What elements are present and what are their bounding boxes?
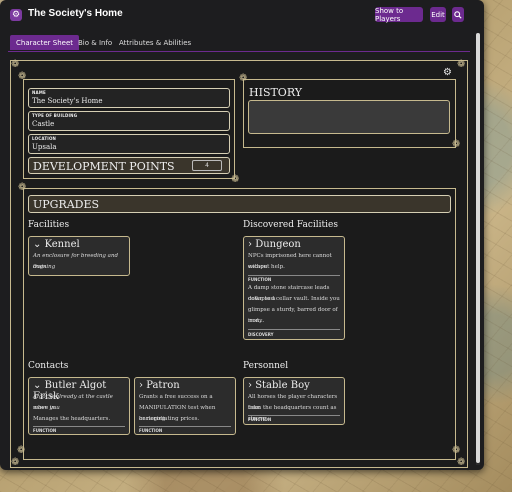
- divider: [139, 426, 231, 427]
- location-value: Upsala: [32, 143, 57, 151]
- search-button[interactable]: [452, 7, 464, 22]
- divider: [248, 275, 340, 276]
- settings-gear-icon[interactable]: ⚙: [443, 67, 452, 78]
- chevron-down-icon: ⌄: [33, 380, 45, 391]
- show-to-players-button[interactable]: Show to Players: [375, 7, 423, 23]
- patron-desc-line: Grants a free success on a: [139, 394, 213, 400]
- search-icon: [454, 10, 462, 19]
- divider: [248, 415, 340, 416]
- discovered-facilities-heading: Discovered Facilities: [243, 220, 338, 230]
- patron-title: › Patron: [139, 380, 180, 391]
- corner-ornament: ❁: [11, 457, 20, 468]
- function-tag: FUNCTION: [248, 417, 272, 422]
- app-icon: ⚙: [10, 9, 22, 21]
- patron-desc-line: or negotiating prices.: [139, 416, 200, 422]
- window-title: The Society's Home: [28, 8, 123, 19]
- contact-card-butler[interactable]: ⌄ Butler Algot Frisk Algot is already at…: [28, 377, 130, 435]
- sheet-window: ⚙ The Society's Home Show to Players Edi…: [0, 0, 484, 470]
- history-title: HISTORY: [249, 86, 303, 99]
- chevron-down-icon: ⌄: [33, 239, 45, 250]
- history-textarea[interactable]: [248, 100, 450, 134]
- upgrades-header: UPGRADES: [28, 195, 451, 213]
- butler-function-line: Manages the headquarters.: [33, 416, 111, 422]
- dungeon-discovery-line: iron...: [248, 318, 265, 324]
- name-value: The Society's Home: [32, 97, 103, 105]
- building-type-value: Castle: [32, 120, 55, 128]
- facilities-heading: Facilities: [28, 220, 70, 230]
- function-tag: FUNCTION: [139, 428, 163, 433]
- function-tag: FUNCTION: [248, 277, 272, 282]
- upgrades-title: UPGRADES: [33, 198, 100, 211]
- function-tag: FUNCTION: [33, 428, 57, 433]
- contact-card-patron[interactable]: › Patron Grants a free success on a MANI…: [134, 377, 236, 435]
- edit-button[interactable]: Edit: [430, 7, 446, 22]
- name-field[interactable]: NAME The Society's Home: [28, 88, 230, 108]
- dungeon-discovery-line: collapsed cellar vault. Inside you: [248, 296, 340, 302]
- kennel-title: ⌄ Kennel: [33, 239, 80, 250]
- tab-bio-info[interactable]: Bio & Info: [72, 35, 118, 50]
- divider: [33, 426, 125, 427]
- location-label: LOCATION: [32, 136, 57, 141]
- name-label: NAME: [32, 90, 46, 95]
- corner-ornament: ❁: [11, 59, 20, 70]
- personnel-heading: Personnel: [243, 361, 289, 371]
- building-type-field[interactable]: TYPE OF BUILDING Castle: [28, 111, 230, 131]
- tab-character-sheet[interactable]: Character Sheet: [10, 35, 80, 50]
- divider: [248, 329, 340, 330]
- development-points: DEVELOPMENT POINTS 4: [28, 157, 230, 174]
- tab-bar: Character Sheet Bio & Info Attributes & …: [8, 35, 470, 52]
- facility-card-kennel[interactable]: ⌄ Kennel An enclosure for breeding and t…: [28, 236, 130, 276]
- building-type-label: TYPE OF BUILDING: [32, 113, 78, 118]
- development-points-label: DEVELOPMENT POINTS: [33, 160, 175, 173]
- personnel-card-stable-boy[interactable]: › Stable Boy All horses the player chara…: [243, 377, 345, 425]
- tab-attributes-abilities[interactable]: Attributes & Abilities: [113, 35, 197, 50]
- scrollbar-thumb[interactable]: [476, 33, 480, 463]
- corner-ornament: ❁: [457, 59, 466, 70]
- contacts-heading: Contacts: [28, 361, 69, 371]
- facility-card-dungeon[interactable]: › Dungeon NPCs imprisoned here cannot es…: [243, 236, 345, 340]
- corner-ornament: ❁: [457, 457, 466, 468]
- title-bar[interactable]: ⚙ The Society's Home Show to Players Edi…: [0, 0, 484, 30]
- kennel-desc-line: dogs.: [33, 264, 48, 270]
- location-field[interactable]: LOCATION Upsala: [28, 134, 230, 154]
- dungeon-desc-line: without help.: [248, 264, 285, 270]
- dungeon-title: › Dungeon: [248, 239, 301, 250]
- development-points-input[interactable]: 4: [192, 160, 222, 171]
- butler-desc-line: move in.: [33, 405, 57, 411]
- discovery-tag: DISCOVERY: [248, 332, 274, 337]
- stable-boy-title: › Stable Boy: [248, 380, 310, 391]
